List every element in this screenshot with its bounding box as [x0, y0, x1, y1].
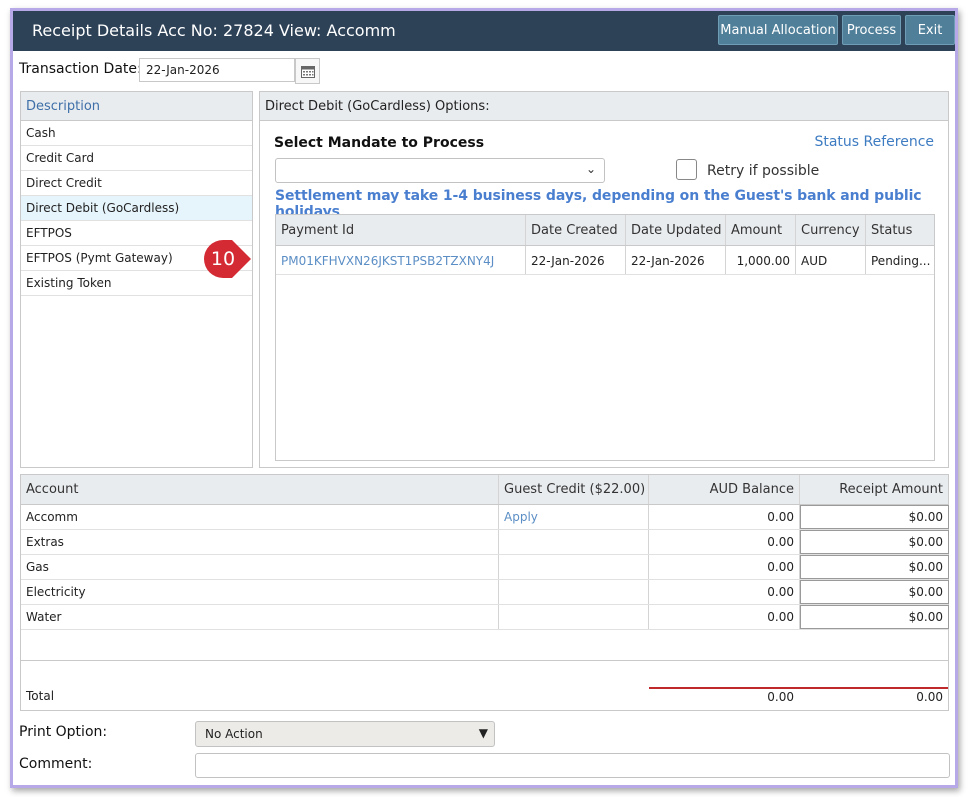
- guest-credit-cell: [499, 580, 649, 604]
- calendar-icon: [300, 65, 315, 78]
- title-bar: Receipt Details Acc No: 27824 View: Acco…: [13, 11, 955, 51]
- receipt-amount-input[interactable]: $0.00: [800, 580, 949, 604]
- method-direct-credit[interactable]: Direct Credit: [21, 171, 252, 196]
- aud-balance: 0.00: [649, 580, 800, 604]
- column-header-amount[interactable]: Amount: [726, 215, 796, 245]
- guest-credit-cell: [499, 555, 649, 579]
- table-row: Extras 0.00 $0.00: [21, 530, 949, 555]
- window-title: Receipt Details Acc No: 27824 View: Acco…: [32, 21, 396, 40]
- total-receipt: 0.00: [916, 690, 943, 704]
- total-label: Total: [26, 689, 55, 703]
- transaction-date-label: Transaction Date:: [19, 61, 142, 77]
- method-direct-debit-gocardless[interactable]: Direct Debit (GoCardless): [21, 196, 252, 221]
- column-header-account[interactable]: Account: [21, 475, 499, 504]
- payment-id-link[interactable]: PM01KFHVXN26JKST1PSB2TZXNY4J: [276, 246, 526, 274]
- comment-input[interactable]: [195, 753, 950, 778]
- table-row[interactable]: PM01KFHVXN26JKST1PSB2TZXNY4J 22-Jan-2026…: [276, 246, 934, 275]
- amount-cell: 1,000.00: [726, 246, 796, 274]
- retry-label: Retry if possible: [707, 163, 820, 179]
- print-option-value: No Action: [205, 727, 263, 741]
- method-credit-card[interactable]: Credit Card: [21, 146, 252, 171]
- account-name: Electricity: [21, 580, 499, 604]
- aud-balance: 0.00: [649, 555, 800, 579]
- table-row: Water 0.00 $0.00: [21, 605, 949, 630]
- direct-debit-header: Direct Debit (GoCardless) Options:: [260, 92, 948, 121]
- column-header-date-created[interactable]: Date Created: [526, 215, 626, 245]
- chevron-down-icon: ⌄: [585, 162, 596, 176]
- transaction-date-input[interactable]: 22-Jan-2026: [139, 58, 295, 82]
- receipt-amount-input[interactable]: $0.00: [800, 505, 949, 529]
- column-header-guest-credit[interactable]: Guest Credit ($22.00): [499, 475, 649, 504]
- manual-allocation-button[interactable]: Manual Allocation: [718, 15, 838, 45]
- table-row: Gas 0.00 $0.00: [21, 555, 949, 580]
- aud-balance: 0.00: [649, 605, 800, 629]
- receipt-amount-input[interactable]: $0.00: [800, 555, 949, 579]
- direct-debit-options-panel: Direct Debit (GoCardless) Options: Selec…: [259, 91, 949, 468]
- print-option-label: Print Option:: [19, 724, 108, 740]
- print-option-select[interactable]: No Action ▼: [195, 721, 495, 747]
- column-header-date-updated[interactable]: Date Updated: [626, 215, 726, 245]
- date-created-cell: 22-Jan-2026: [526, 246, 626, 274]
- payments-table-header: Payment Id Date Created Date Updated Amo…: [276, 215, 934, 246]
- aud-balance: 0.00: [649, 530, 800, 554]
- method-cash[interactable]: Cash: [21, 121, 252, 146]
- mandate-select[interactable]: ⌄: [275, 158, 605, 183]
- step-badge: 10: [204, 240, 251, 278]
- column-header-payment-id[interactable]: Payment Id: [276, 215, 526, 245]
- total-balance: 0.00: [767, 690, 794, 704]
- currency-cell: AUD: [796, 246, 866, 274]
- guest-credit-cell: [499, 605, 649, 629]
- comment-label: Comment:: [19, 756, 93, 772]
- date-updated-cell: 22-Jan-2026: [626, 246, 726, 274]
- status-reference-link[interactable]: Status Reference: [814, 134, 934, 150]
- account-name: Gas: [21, 555, 499, 579]
- status-cell: Pending...: [871, 254, 931, 268]
- column-header-receipt-amount[interactable]: Receipt Amount: [800, 475, 948, 504]
- payments-table: Payment Id Date Created Date Updated Amo…: [275, 214, 935, 461]
- chevron-down-icon: ▼: [478, 726, 488, 740]
- retry-checkbox[interactable]: [676, 159, 697, 180]
- description-header: Description: [21, 92, 252, 121]
- aud-balance: 0.00: [649, 505, 800, 529]
- column-header-aud-balance[interactable]: AUD Balance: [649, 475, 800, 504]
- guest-credit-cell: [499, 530, 649, 554]
- receipt-amount-input[interactable]: $0.00: [800, 605, 949, 629]
- account-name: Water: [21, 605, 499, 629]
- receipt-amount-input[interactable]: $0.00: [800, 530, 949, 554]
- account-name: Accomm: [21, 505, 499, 529]
- accounts-table-header: Account Guest Credit ($22.00) AUD Balanc…: [21, 475, 948, 505]
- calendar-button[interactable]: [295, 58, 320, 84]
- accounts-table: Account Guest Credit ($22.00) AUD Balanc…: [20, 474, 949, 711]
- process-button[interactable]: Process: [842, 15, 901, 45]
- column-header-status[interactable]: Status: [866, 215, 934, 245]
- table-row: Electricity 0.00 $0.00: [21, 580, 949, 605]
- table-row: Accomm Apply 0.00 $0.00: [21, 505, 949, 530]
- step-badge-number: 10: [211, 248, 235, 270]
- column-header-currency[interactable]: Currency: [796, 215, 866, 245]
- receipt-details-window: Receipt Details Acc No: 27824 View: Acco…: [10, 8, 958, 788]
- total-divider: [649, 687, 948, 689]
- apply-credit-link[interactable]: Apply: [499, 505, 649, 529]
- mandate-label: Select Mandate to Process: [274, 135, 485, 151]
- exit-button[interactable]: Exit: [905, 15, 955, 45]
- total-row: Total 0.00 0.00: [21, 660, 948, 710]
- account-name: Extras: [21, 530, 499, 554]
